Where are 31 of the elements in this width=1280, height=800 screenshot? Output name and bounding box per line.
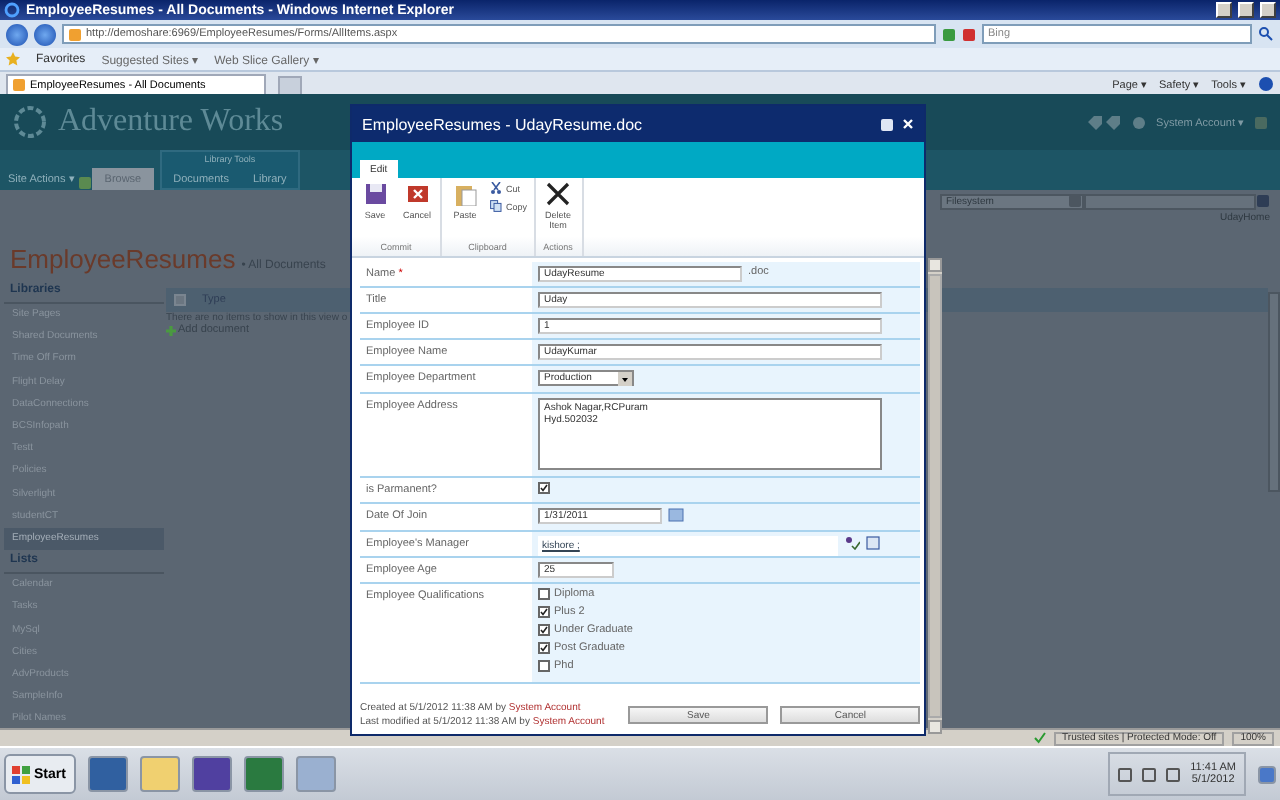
logo-icon — [12, 104, 48, 140]
taskbar-icon[interactable] — [192, 756, 232, 792]
checkbox[interactable] — [538, 606, 550, 618]
star-icon — [6, 52, 20, 66]
forward-button[interactable] — [34, 23, 56, 45]
checkbox[interactable] — [538, 642, 550, 654]
delete-icon — [546, 182, 571, 206]
checkbox[interactable] — [538, 660, 550, 672]
page-title: EmployeeResumes — [10, 244, 236, 274]
windows-logo-icon — [12, 765, 30, 783]
clipboard-icon — [453, 182, 477, 206]
search-field[interactable] — [1084, 193, 1256, 209]
minimize-button[interactable] — [1216, 2, 1232, 18]
checkbox[interactable] — [538, 588, 550, 600]
check-names-icon[interactable] — [844, 536, 860, 550]
checkbox[interactable] — [538, 624, 550, 636]
show-desktop-button[interactable] — [1258, 765, 1276, 783]
select-all-checkbox[interactable] — [174, 294, 186, 306]
close-icon[interactable] — [902, 118, 914, 130]
checkmark-icon — [1034, 732, 1047, 744]
plus-icon — [166, 325, 176, 335]
close-button[interactable] — [1260, 2, 1276, 18]
site-logo: Adventure Works — [58, 104, 284, 140]
back-button[interactable] — [6, 23, 28, 45]
cancel-icon — [405, 182, 429, 206]
maximize-button[interactable] — [1238, 2, 1254, 18]
dialog-title: EmployeeResumes - UdayResume.doc — [362, 115, 645, 133]
browser-logo-icon — [4, 2, 20, 18]
checkbox[interactable] — [538, 482, 550, 494]
scissors-icon — [490, 182, 502, 194]
copy-icon — [490, 200, 502, 212]
